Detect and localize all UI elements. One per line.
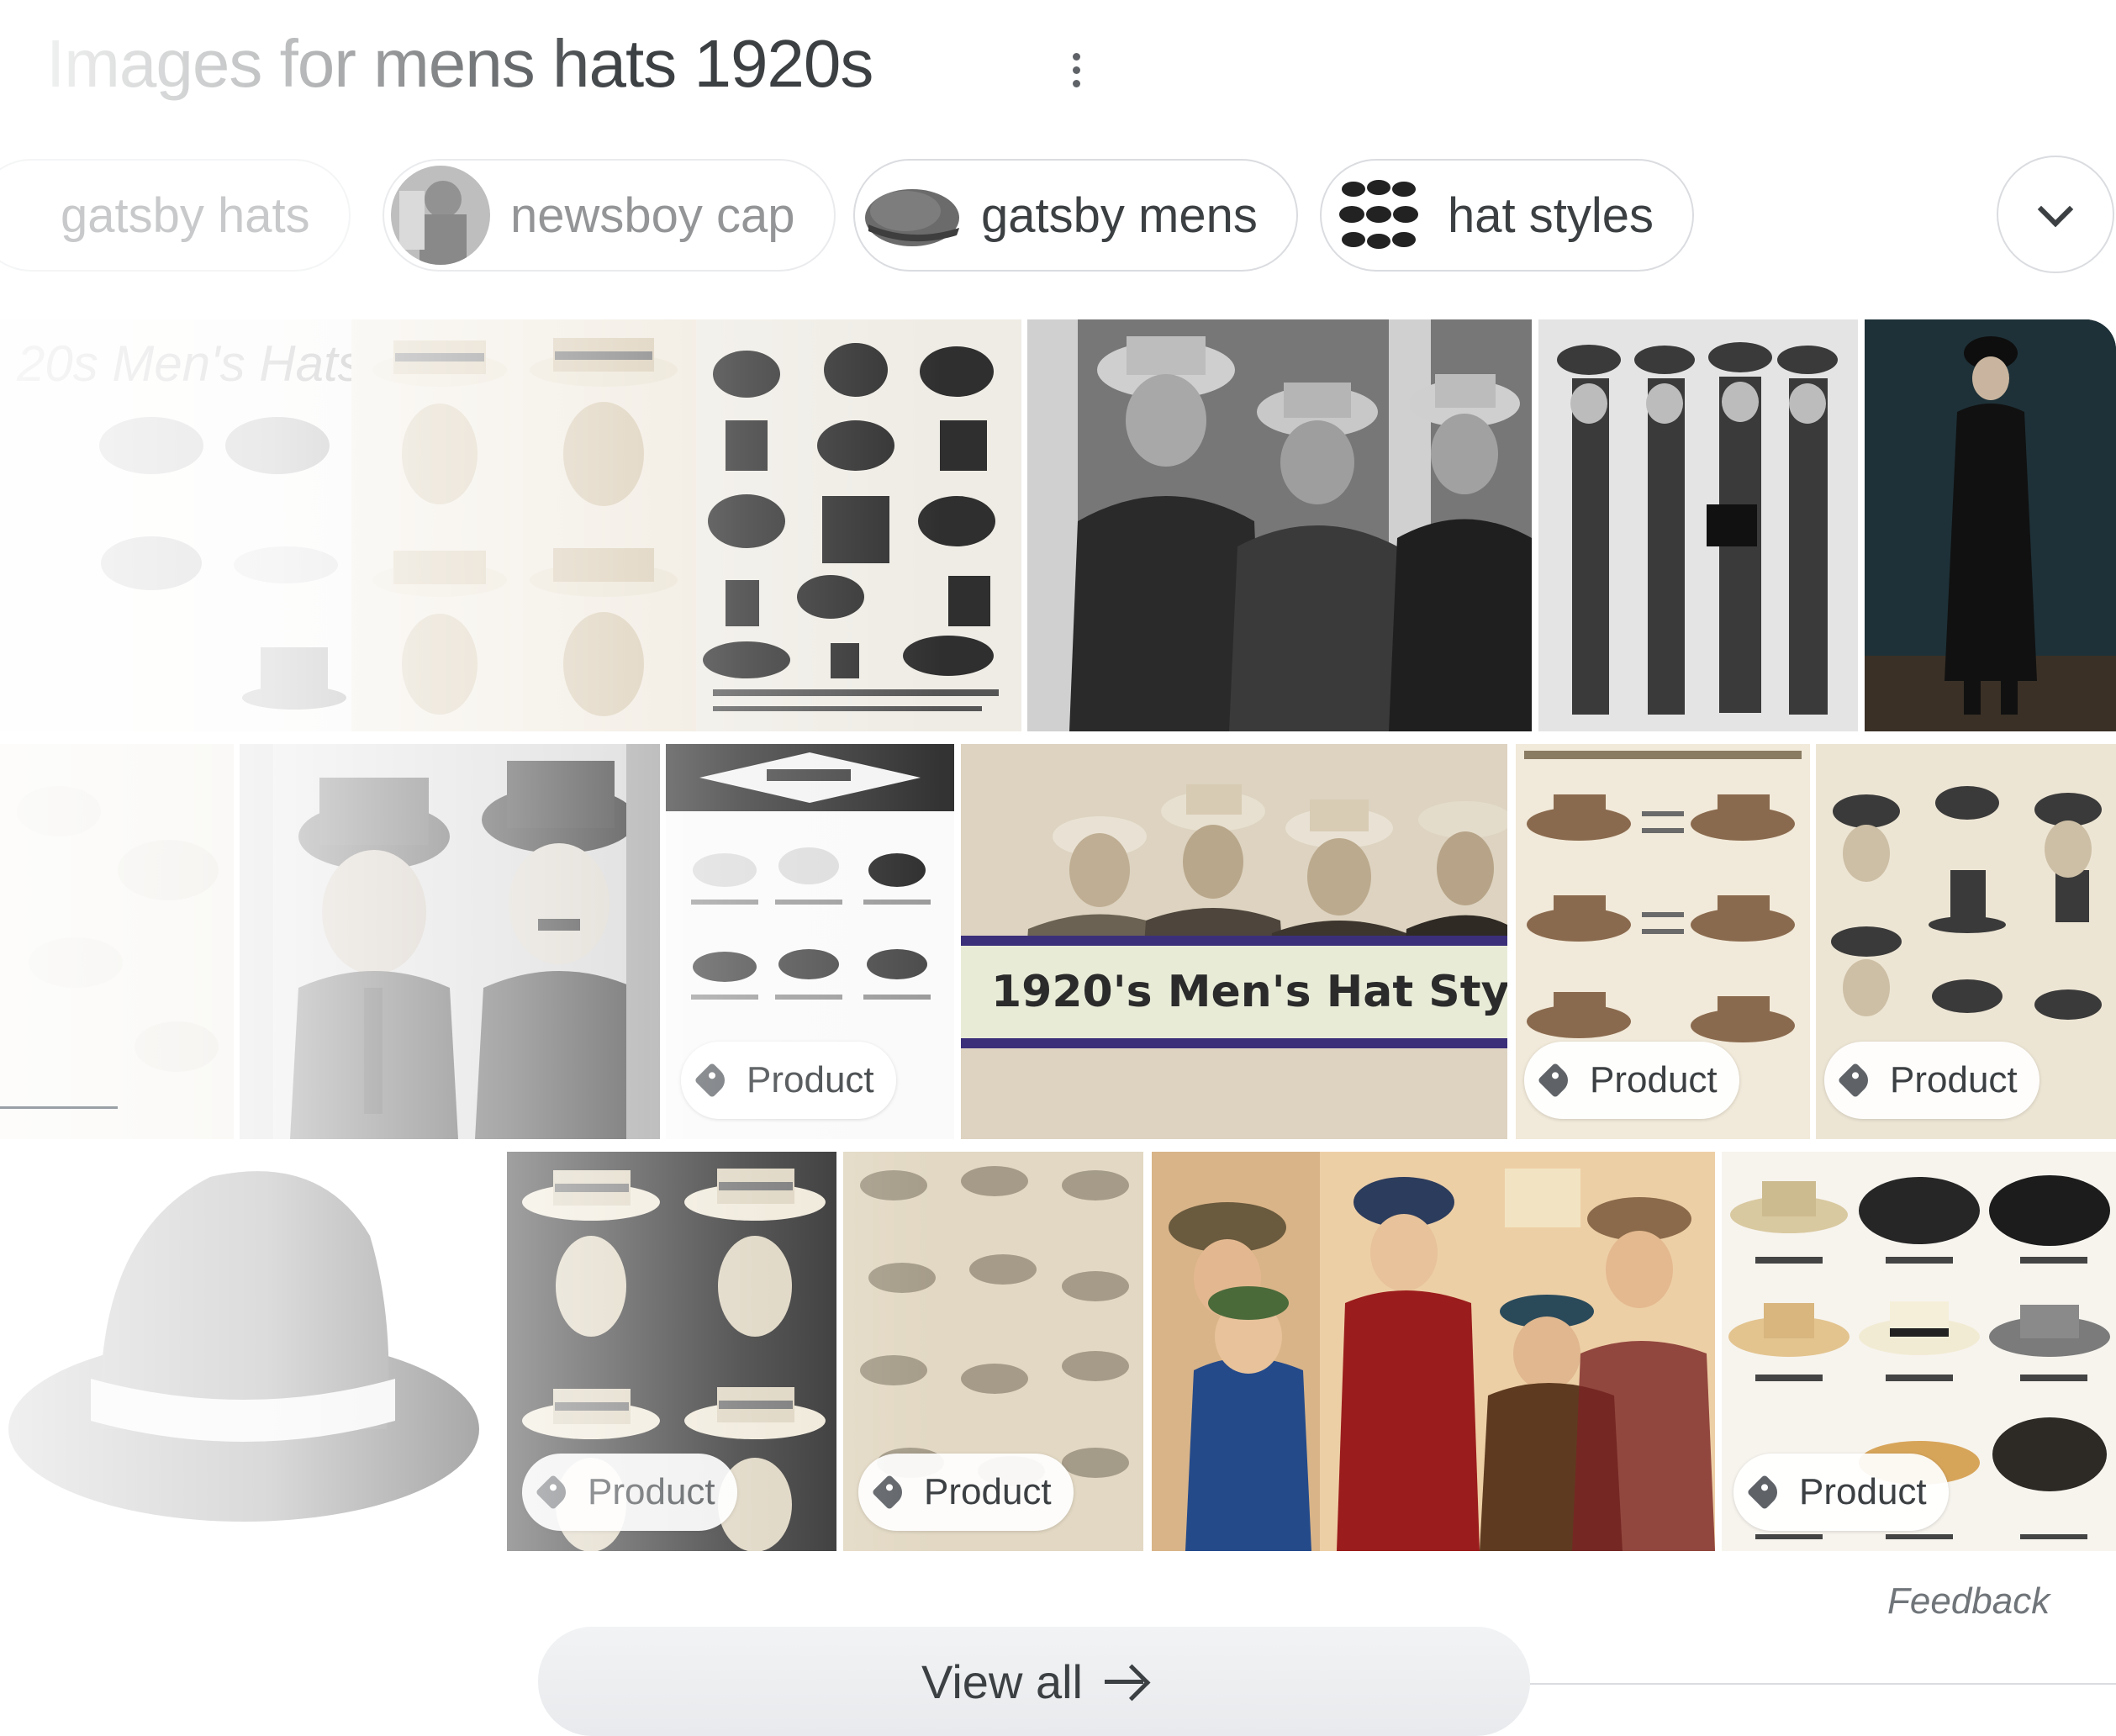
tag-icon [535, 1474, 572, 1511]
image-tile[interactable] [1152, 1152, 1715, 1551]
image-tile[interactable] [1865, 319, 2116, 731]
product-badge: Product [1733, 1454, 1949, 1531]
divider [1530, 1683, 2116, 1685]
chip-gatsby-hats[interactable]: gatsby hats [0, 159, 351, 272]
chip-thumbnail [862, 166, 961, 265]
image-tile[interactable] [240, 744, 660, 1139]
expand-chips-button[interactable] [1997, 156, 2114, 273]
refinement-chips: gatsby hats newsboy cap gatsby mens hat … [0, 156, 2116, 282]
image-tile[interactable] [0, 744, 234, 1139]
image-tile[interactable]: Product [666, 744, 954, 1139]
image-tile[interactable] [696, 319, 1021, 731]
image-results-header: Images for mens hats 1920s [0, 0, 2116, 143]
product-label: Product [1590, 1059, 1718, 1100]
more-options-icon[interactable] [1055, 40, 1097, 99]
product-label: Product [588, 1471, 715, 1512]
tag-icon [1837, 1062, 1874, 1099]
section-title[interactable]: Images for mens hats 1920s [46, 25, 873, 103]
chip-thumbnail [391, 166, 490, 265]
chip-label: newsboy cap [510, 187, 795, 243]
product-badge: Product [522, 1454, 737, 1531]
product-label: Product [747, 1059, 874, 1100]
product-badge: Product [1824, 1042, 2039, 1119]
tag-icon [1746, 1474, 1783, 1511]
chip-thumbnail [1328, 166, 1427, 265]
image-caption: 1920's Men's Hat Styl [961, 936, 1507, 1048]
image-tile[interactable] [0, 1152, 500, 1551]
chip-hat-styles[interactable]: hat styles [1320, 159, 1694, 272]
image-tile[interactable]: 1920's Men's Hat Styl [961, 744, 1507, 1139]
product-badge: Product [681, 1042, 896, 1119]
tag-icon [694, 1062, 731, 1099]
product-label: Product [1890, 1059, 2018, 1100]
chip-newsboy-cap[interactable]: newsboy cap [383, 159, 836, 272]
feedback-link[interactable]: Feedback [1887, 1580, 2050, 1623]
chip-label: gatsby mens [981, 187, 1258, 243]
image-tile[interactable]: Product [507, 1152, 836, 1551]
chip-label: hat styles [1448, 187, 1654, 243]
image-tile[interactable]: Product [1722, 1152, 2116, 1551]
view-all-button[interactable]: View all [538, 1627, 1530, 1736]
product-label: Product [1799, 1471, 1927, 1512]
image-tile[interactable]: Product [843, 1152, 1143, 1551]
tile-text: 20s Men's Hats [17, 335, 351, 392]
view-all-label: View all [921, 1654, 1083, 1708]
image-tile[interactable] [1027, 319, 1532, 731]
image-grid: 20s Men's Hats Product 1920's Men's Hat … [0, 319, 2116, 1559]
image-tile[interactable]: 20s Men's Hats [0, 319, 351, 731]
image-tile[interactable]: Product [1516, 744, 1810, 1139]
product-label: Product [924, 1471, 1052, 1512]
chevron-down-icon [2037, 191, 2074, 228]
tag-icon [871, 1474, 908, 1511]
image-tile[interactable]: Product [1816, 744, 2116, 1139]
chip-label: gatsby hats [61, 187, 310, 243]
image-tile[interactable] [1538, 319, 1858, 731]
tag-icon [1537, 1062, 1574, 1099]
arrow-right-icon [1104, 1665, 1147, 1698]
divider [0, 1106, 118, 1109]
image-tile[interactable] [351, 319, 696, 731]
product-badge: Product [858, 1454, 1074, 1531]
product-badge: Product [1524, 1042, 1739, 1119]
chip-gatsby-mens[interactable]: gatsby mens [853, 159, 1298, 272]
